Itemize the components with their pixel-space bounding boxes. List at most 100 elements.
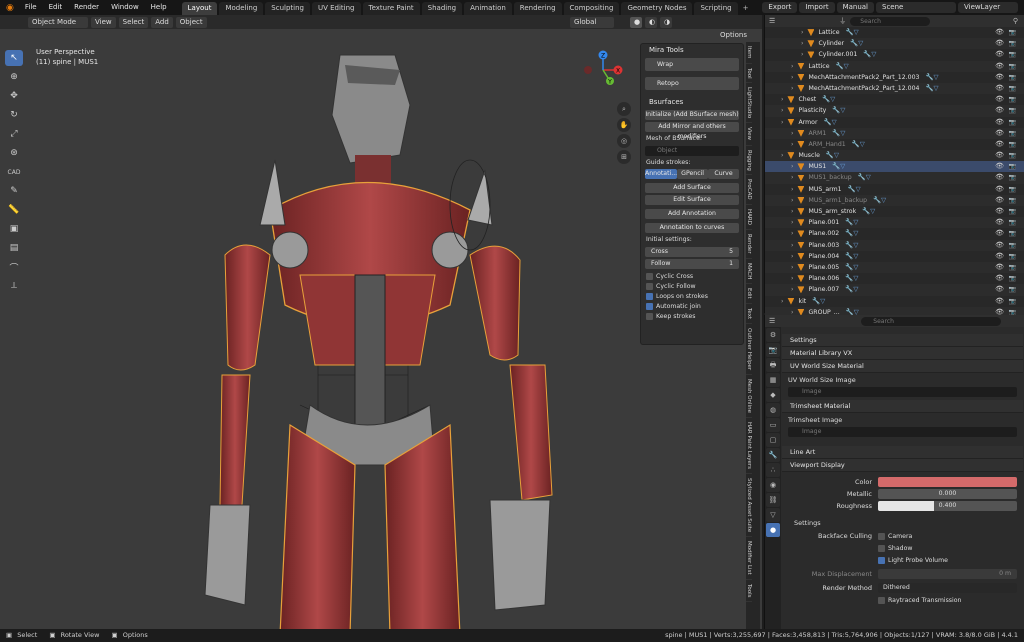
tab-rendering[interactable]: Rendering: [513, 2, 562, 15]
expand-arrow-icon[interactable]: ›: [791, 161, 793, 172]
render-camera-icon[interactable]: 📷: [1009, 128, 1016, 139]
manual-button[interactable]: Manual: [836, 2, 874, 13]
annotation-to-curves-button[interactable]: Annotation to curves: [645, 223, 739, 233]
menu-view[interactable]: View: [91, 16, 116, 28]
render-camera-icon[interactable]: 📷: [1009, 296, 1016, 307]
render-method-dropdown[interactable]: Dithered: [878, 583, 1017, 593]
tab-scripting[interactable]: Scripting: [694, 2, 738, 15]
gizmo-icon[interactable]: ⟂: [5, 278, 23, 294]
ntab-view[interactable]: View: [746, 123, 752, 146]
expand-arrow-icon[interactable]: ›: [791, 273, 793, 284]
outliner-row[interactable]: › Lattice 🔧▽ 👁 📷: [765, 60, 1024, 72]
settings-subsection[interactable]: Settings: [788, 516, 1017, 530]
tab-animation[interactable]: Animation: [464, 2, 512, 15]
render-camera-icon[interactable]: 📷: [1009, 83, 1016, 94]
tab-shading[interactable]: Shading: [421, 2, 463, 15]
outliner-row[interactable]: › Plane.006 🔧▽ 👁 📷: [765, 273, 1024, 284]
visibility-eye-icon[interactable]: 👁: [995, 27, 1004, 38]
mode-selector[interactable]: Object Mode: [28, 16, 88, 28]
outliner-row[interactable]: › Armor 🔧▽ 👁 📷: [765, 117, 1024, 128]
retopo-button[interactable]: Retopo: [645, 77, 739, 90]
output-props-icon[interactable]: 🖶: [766, 358, 780, 372]
expand-arrow-icon[interactable]: ›: [801, 38, 803, 49]
expand-arrow-icon[interactable]: ›: [791, 262, 793, 273]
outliner-row[interactable]: › Cylinder.001 🔧▽ 👁 📷: [765, 49, 1024, 60]
visibility-eye-icon[interactable]: 👁: [995, 195, 1004, 206]
render-camera-icon[interactable]: 📷: [1009, 61, 1016, 72]
render-camera-icon[interactable]: 📷: [1009, 117, 1016, 128]
tab-texture-paint[interactable]: Texture Paint: [362, 2, 420, 15]
box-icon[interactable]: ▤: [5, 240, 23, 256]
menu-edit[interactable]: Edit: [44, 0, 68, 15]
settings-section[interactable]: Settings: [782, 334, 1023, 347]
camera-view-icon[interactable]: ◎: [617, 134, 631, 148]
visibility-eye-icon[interactable]: 👁: [995, 117, 1004, 128]
outliner-row[interactable]: › ARM_Hand1 🔧▽ 👁 📷: [765, 139, 1024, 150]
menu-help[interactable]: Help: [146, 0, 172, 15]
metallic-slider[interactable]: 0.000: [878, 489, 1017, 499]
outliner-search-input[interactable]: Search: [850, 16, 931, 26]
expand-arrow-icon[interactable]: ›: [781, 117, 783, 128]
trimsheet-image-field[interactable]: Image: [788, 427, 1017, 437]
render-camera-icon[interactable]: 📷: [1009, 206, 1016, 217]
expand-arrow-icon[interactable]: ›: [781, 105, 783, 116]
ntab-lightstudio[interactable]: LightStudio: [746, 83, 752, 124]
expand-arrow-icon[interactable]: ›: [781, 150, 783, 161]
expand-arrow-icon[interactable]: ›: [781, 94, 783, 105]
guide-tab-gpencil[interactable]: GPencil: [677, 169, 709, 179]
initialize-button[interactable]: Initialize (Add BSurface mesh): [645, 110, 739, 120]
visibility-eye-icon[interactable]: 👁: [995, 83, 1004, 94]
render-camera-icon[interactable]: 📷: [1009, 105, 1016, 116]
outliner-row[interactable]: › Plane.001 🔧▽ 👁 📷: [765, 217, 1024, 229]
outliner-row[interactable]: › MUS1_backup 🔧▽ 👁 📷: [765, 172, 1024, 184]
visibility-eye-icon[interactable]: 👁: [995, 262, 1004, 273]
visibility-eye-icon[interactable]: 👁: [995, 296, 1004, 307]
outliner-row[interactable]: › Muscle 🔧▽ 👁 📷: [765, 150, 1024, 162]
raytraced-checkbox[interactable]: Raytraced Transmission: [878, 595, 961, 605]
ntab-outliner-helper[interactable]: Outliner Helper: [746, 324, 752, 375]
render-camera-icon[interactable]: 📷: [1009, 273, 1016, 284]
outliner-filter-icon[interactable]: ⚲: [1013, 17, 1018, 25]
menu-add[interactable]: Add: [151, 16, 173, 28]
expand-arrow-icon[interactable]: ›: [791, 284, 793, 295]
outliner-row[interactable]: › kit 🔧▽ 👁 📷: [765, 296, 1024, 307]
particles-props-icon[interactable]: ∴: [766, 463, 780, 477]
render-camera-icon[interactable]: 📷: [1009, 139, 1016, 150]
object-field[interactable]: Object: [645, 146, 739, 156]
outliner-row[interactable]: › MechAttachmentPack2_Part_12.004 🔧▽ 👁 📷: [765, 82, 1024, 95]
cyclic-follow-checkbox[interactable]: Cyclic Follow: [641, 281, 743, 291]
outliner-row[interactable]: › MUS_arm_strok 🔧▽ 👁 📷: [765, 206, 1024, 217]
cad-icon[interactable]: CAD: [5, 164, 23, 180]
uv-image-field[interactable]: Image: [788, 387, 1017, 397]
cursor-icon[interactable]: ↖: [5, 50, 23, 66]
automatic-join-checkbox[interactable]: Automatic join: [641, 301, 743, 311]
render-camera-icon[interactable]: 📷: [1009, 161, 1016, 172]
add-annotation-button[interactable]: Add Annotation: [645, 209, 739, 219]
guide-tab-annotation[interactable]: Annotati...: [645, 169, 678, 179]
render-camera-icon[interactable]: 📷: [1009, 72, 1016, 83]
render-camera-icon[interactable]: 📷: [1009, 27, 1016, 38]
expand-arrow-icon[interactable]: ›: [801, 49, 803, 60]
render-camera-icon[interactable]: 📷: [1009, 150, 1016, 161]
cross-field[interactable]: Cross 5: [645, 247, 739, 257]
render-camera-icon[interactable]: 📷: [1009, 172, 1016, 183]
render-camera-icon[interactable]: 📷: [1009, 228, 1016, 239]
transform-icon[interactable]: ⊛: [5, 145, 23, 161]
properties-editor-icon[interactable]: ☰: [769, 317, 775, 325]
wrap-button[interactable]: Wrap: [645, 58, 739, 71]
visibility-eye-icon[interactable]: 👁: [995, 251, 1004, 262]
ntab-tools[interactable]: Tools: [746, 580, 752, 603]
outliner-row[interactable]: › Plane.003 🔧▽ 👁 📷: [765, 239, 1024, 251]
guide-tab-curve[interactable]: Curve: [708, 169, 739, 179]
render-camera-icon[interactable]: 📷: [1009, 94, 1016, 105]
expand-arrow-icon[interactable]: ›: [791, 206, 793, 217]
edit-surface-button[interactable]: Edit Surface: [645, 195, 739, 205]
outliner-row[interactable]: › MUS_arm1 🔧▽ 👁 📷: [765, 184, 1024, 195]
visibility-eye-icon[interactable]: 👁: [995, 273, 1004, 284]
properties-search-input[interactable]: Search: [861, 316, 1002, 326]
expand-arrow-icon[interactable]: ›: [791, 139, 793, 150]
ntab-mesh-online[interactable]: Mesh Online: [746, 375, 752, 418]
tool-props-icon[interactable]: ⚙: [766, 328, 780, 342]
visibility-eye-icon[interactable]: 👁: [995, 150, 1004, 161]
expand-arrow-icon[interactable]: ›: [791, 128, 793, 139]
